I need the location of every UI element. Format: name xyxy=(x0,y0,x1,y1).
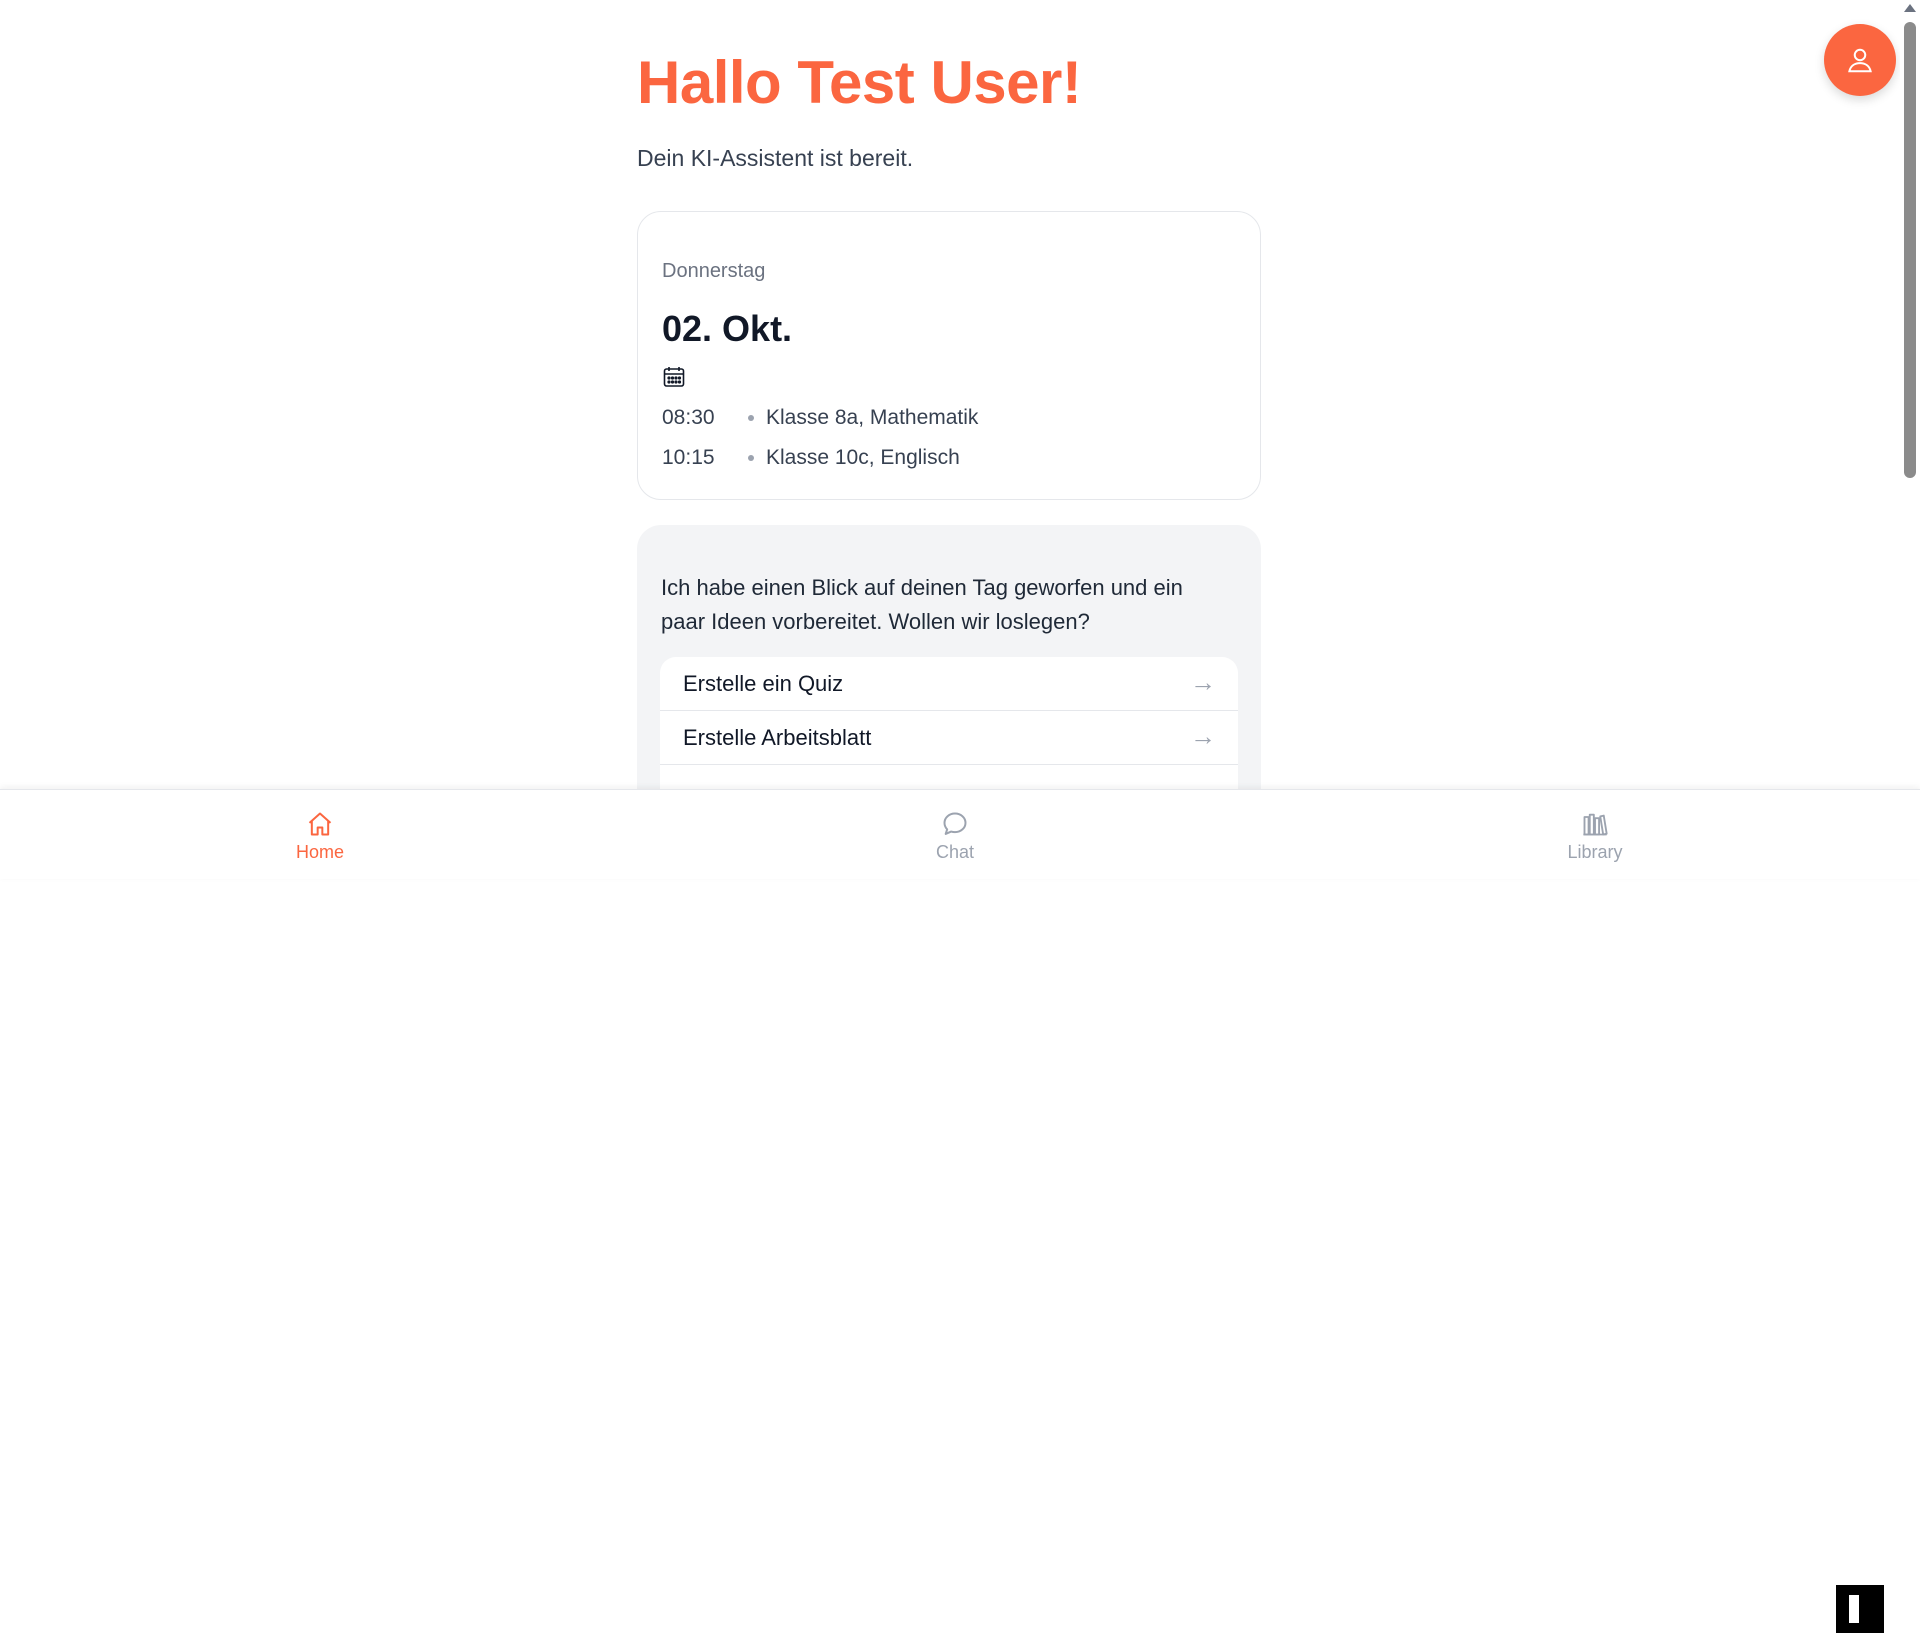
create-worksheet-button[interactable]: Erstelle Arbeitsblatt → xyxy=(660,711,1238,765)
arrow-right-icon: → xyxy=(1190,667,1216,697)
scrollbar[interactable] xyxy=(1900,0,1920,789)
event-title: Klasse 8a, Mathematik xyxy=(766,406,979,429)
create-quiz-button[interactable]: Erstelle ein Quiz → xyxy=(660,657,1238,711)
bottom-navigation: Home Chat Library xyxy=(0,789,1920,1633)
corner-widget[interactable] xyxy=(1836,1585,1884,1633)
action-label: Erstelle ein Quiz xyxy=(683,671,844,696)
page-title: Hallo Test User! xyxy=(637,49,1082,116)
nav-label: Library xyxy=(1567,842,1623,862)
nav-chat[interactable]: Chat xyxy=(895,810,1015,863)
bullet-dot xyxy=(748,415,754,422)
arrow-right-icon: → xyxy=(1190,721,1216,751)
event-title: Klasse 10c, Englisch xyxy=(766,446,960,469)
weekday-label: Donnerstag xyxy=(662,260,766,282)
user-icon xyxy=(1848,48,1872,73)
action-label: Erstelle Arbeitsblatt xyxy=(683,725,872,750)
home-icon xyxy=(308,812,332,836)
library-books-icon xyxy=(1583,813,1608,836)
nav-label: Home xyxy=(295,842,344,862)
nav-home[interactable]: Home xyxy=(260,810,380,863)
calendar-icon xyxy=(663,367,685,387)
schedule-card: Donnerstag 02. Okt. 08:30 Klasse 8a, Math… xyxy=(637,211,1261,500)
nav-library[interactable]: Library xyxy=(1535,810,1655,863)
event-time: 10:15 xyxy=(662,446,715,469)
chat-bubble-icon xyxy=(943,812,967,835)
scroll-up-icon[interactable] xyxy=(1904,4,1916,12)
ideas-message: Ich habe einen Blick auf deinen Tag gewo… xyxy=(661,575,1183,634)
scrollbar-thumb[interactable] xyxy=(1904,22,1916,478)
widget-bar xyxy=(1849,1595,1859,1623)
event-time: 08:30 xyxy=(662,406,715,429)
date-label: 02. Okt. xyxy=(662,308,793,349)
bullet-dot xyxy=(748,455,754,462)
schedule-event: 08:30 Klasse 8a, Mathematik xyxy=(662,406,978,430)
schedule-event: 10:15 Klasse 10c, Englisch xyxy=(662,446,960,470)
profile-button[interactable] xyxy=(1824,24,1896,96)
nav-label: Chat xyxy=(935,842,975,862)
page-subtitle: Dein KI-Assistent ist bereit. xyxy=(637,145,914,171)
